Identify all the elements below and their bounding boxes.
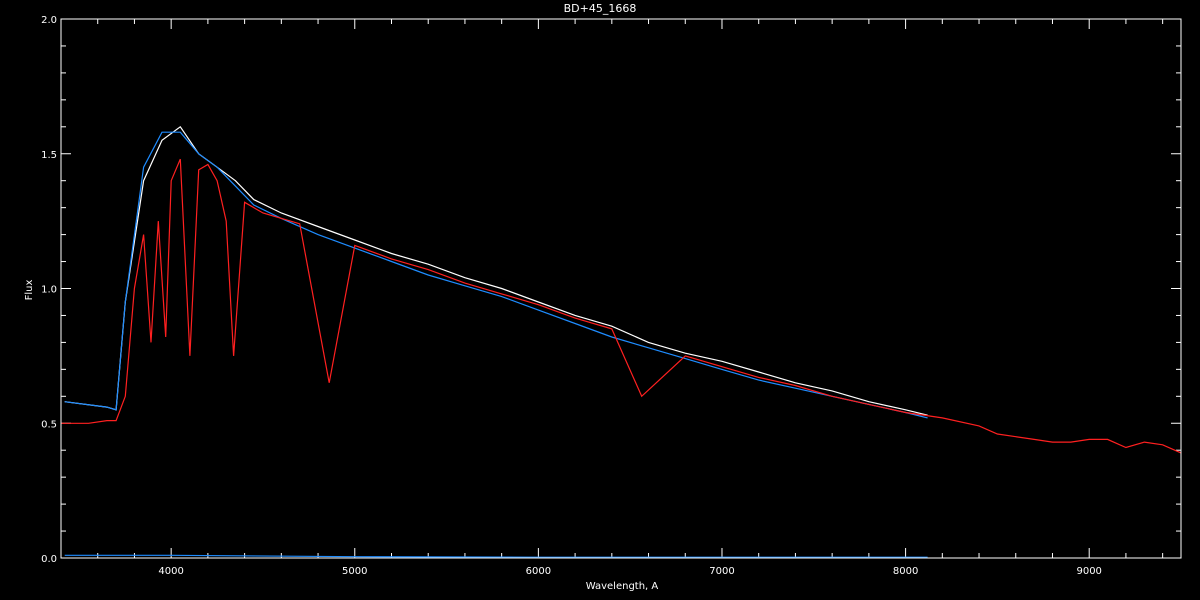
x-tick-label: 7000 bbox=[709, 566, 734, 577]
y-tick-label: 0.5 bbox=[41, 419, 57, 430]
y-tick-label: 1.5 bbox=[41, 150, 57, 161]
x-axis-label: Wavelength, A bbox=[586, 581, 659, 592]
x-tick-label: 4000 bbox=[158, 566, 183, 577]
y-tick-label: 1.0 bbox=[41, 285, 57, 296]
y-tick-label: 0.0 bbox=[41, 554, 57, 565]
x-tick-label: 6000 bbox=[526, 566, 551, 577]
x-tick-label: 8000 bbox=[893, 566, 918, 577]
chart-background bbox=[0, 0, 1200, 600]
chart-title: BD+45_1668 bbox=[564, 2, 637, 15]
spectrum-chart: BD+45_1668 Flux Wavelength, A 4000 5000 60… bbox=[0, 0, 1200, 600]
y-axis-label: Flux bbox=[24, 280, 35, 301]
x-tick-label: 5000 bbox=[342, 566, 367, 577]
x-tick-label: 9000 bbox=[1076, 566, 1101, 577]
y-tick-label: 2.0 bbox=[41, 15, 57, 26]
